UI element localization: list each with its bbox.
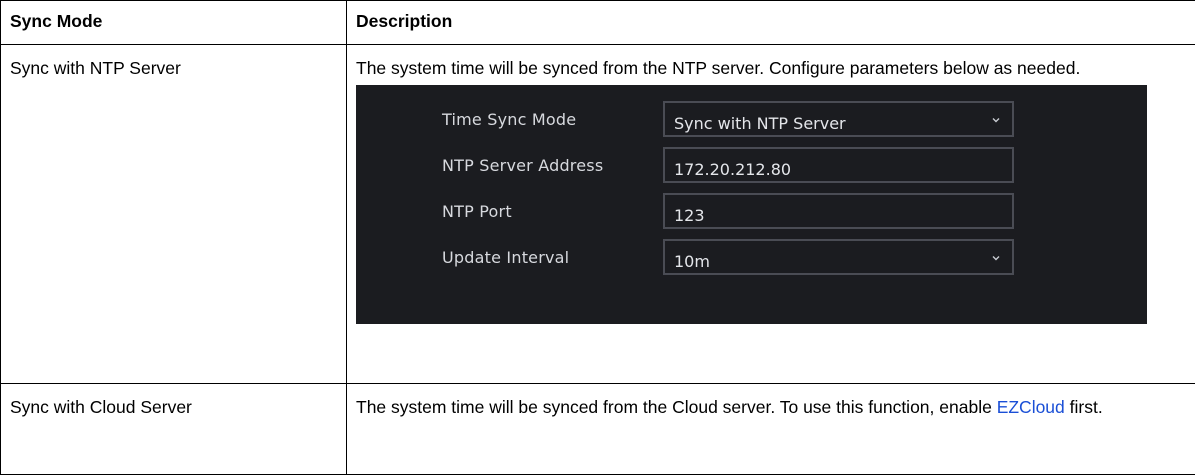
table-header-row: Sync Mode Description (1, 1, 1195, 45)
time-sync-mode-select[interactable]: Sync with NTP Server (663, 101, 1014, 137)
cell-sync-mode-cloud: Sync with Cloud Server (1, 384, 347, 475)
ntp-port-label: NTP Port (442, 199, 512, 225)
ezcloud-link[interactable]: EZCloud (997, 397, 1065, 417)
chevron-down-icon (990, 114, 1002, 126)
update-interval-label: Update Interval (442, 245, 569, 271)
field-row-ntp-server-address: NTP Server Address 172.20.212.80 (356, 141, 1147, 187)
header-sync-mode: Sync Mode (1, 1, 347, 45)
header-description: Description (347, 1, 1195, 45)
time-sync-settings-panel: Time Sync Mode Sync with NTP Server NTP … (356, 85, 1147, 324)
field-row-update-interval: Update Interval 10m (356, 233, 1147, 279)
ntp-server-address-input[interactable]: 172.20.212.80 (663, 147, 1014, 183)
description-text: The system time will be synced from the … (356, 55, 1186, 81)
update-interval-value: 10m (674, 249, 710, 275)
time-sync-mode-value: Sync with NTP Server (674, 111, 846, 137)
ntp-server-address-label: NTP Server Address (442, 153, 603, 179)
cell-description-ntp: The system time will be synced from the … (347, 45, 1195, 384)
sync-mode-table: Sync Mode Description Sync with NTP Serv… (0, 0, 1195, 475)
field-row-time-sync-mode: Time Sync Mode Sync with NTP Server (356, 95, 1147, 141)
table-row: Sync with NTP Server The system time wil… (1, 45, 1195, 384)
table-row: Sync with Cloud Server The system time w… (1, 384, 1195, 475)
ntp-port-value: 123 (674, 203, 705, 229)
description-text-end: first. (1065, 397, 1103, 417)
update-interval-select[interactable]: 10m (663, 239, 1014, 275)
cell-sync-mode-ntp: Sync with NTP Server (1, 45, 347, 384)
field-row-ntp-port: NTP Port 123 (356, 187, 1147, 233)
chevron-down-icon (990, 252, 1002, 264)
time-sync-mode-label: Time Sync Mode (442, 107, 576, 133)
ntp-server-address-value: 172.20.212.80 (674, 157, 791, 183)
ntp-port-input[interactable]: 123 (663, 193, 1014, 229)
cell-description-cloud: The system time will be synced from the … (347, 384, 1195, 475)
description-text: The system time will be synced from the … (356, 397, 997, 417)
